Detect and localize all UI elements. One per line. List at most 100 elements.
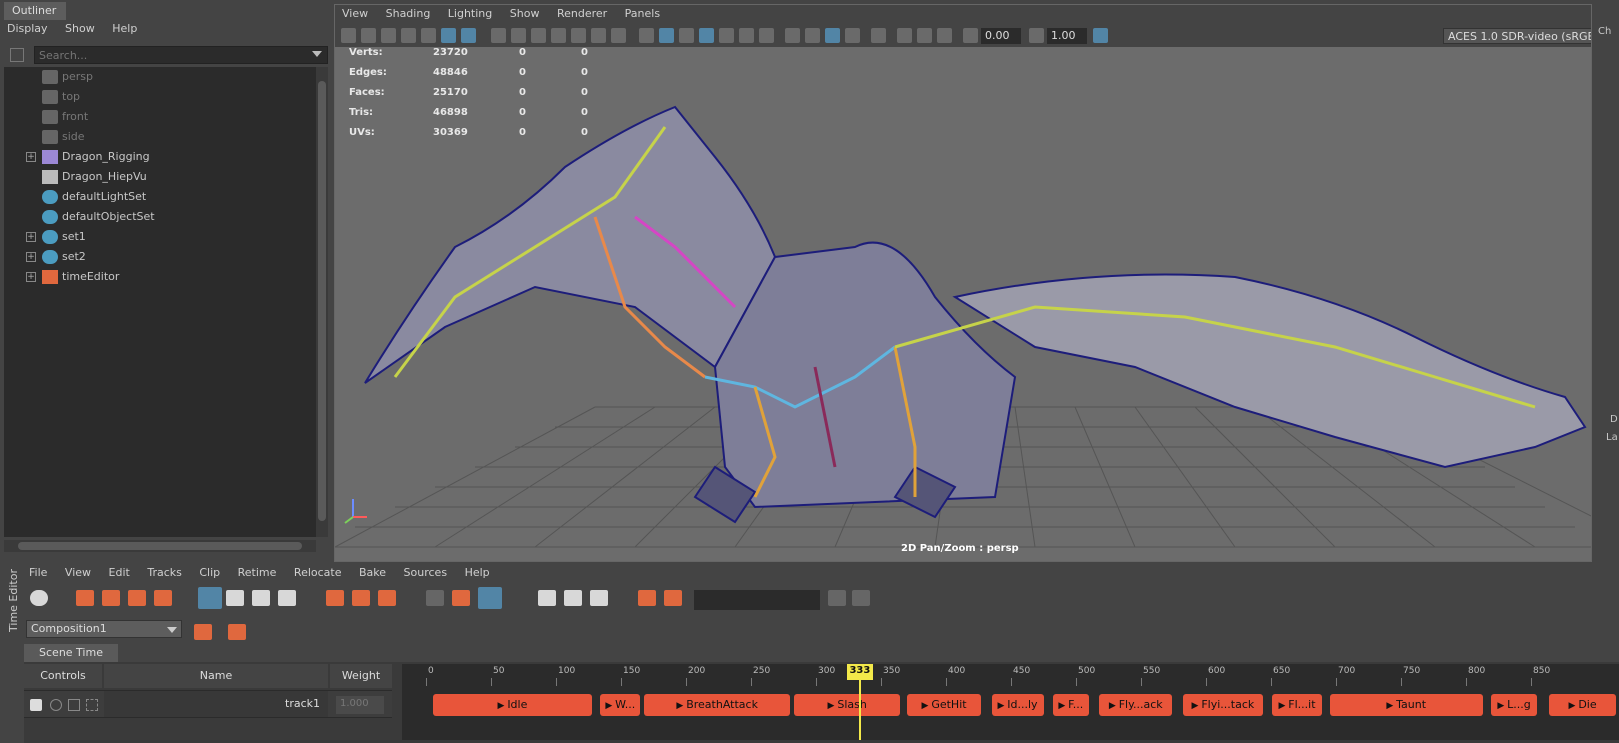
right-strip-label-channels[interactable]: Ch: [1598, 26, 1611, 37]
animation-clip[interactable]: Idle: [432, 694, 593, 716]
animation-clip[interactable]: L...g: [1490, 694, 1538, 716]
expand-icon[interactable]: +: [26, 232, 36, 242]
outliner-title-tab[interactable]: Outliner: [4, 2, 66, 20]
field-chart-icon[interactable]: [571, 28, 586, 43]
animation-clip[interactable]: Fl...it: [1272, 694, 1322, 716]
viewport-panel[interactable]: View Shading Lighting Show Renderer Pane…: [334, 4, 1592, 562]
loop-icon[interactable]: [478, 587, 502, 609]
split-tool-icon[interactable]: [278, 590, 296, 606]
add-character-icon[interactable]: [564, 590, 582, 606]
scale-tool-icon[interactable]: [226, 590, 244, 606]
gate-mask-icon[interactable]: [551, 28, 566, 43]
snap-left-icon[interactable]: [326, 590, 344, 606]
animation-clip[interactable]: BreathAttack: [644, 694, 790, 716]
pan-zoom-icon[interactable]: [441, 28, 456, 43]
te-menu-tracks[interactable]: Tracks: [140, 564, 189, 581]
animation-clip[interactable]: Flyi...tack: [1182, 694, 1264, 716]
expand-icon[interactable]: +: [26, 272, 36, 282]
te-menu-bake[interactable]: Bake: [352, 564, 393, 581]
grease-pencil-active-icon[interactable]: [461, 28, 476, 43]
outliner-item[interactable]: + set1: [4, 227, 316, 247]
te-menu-relocate[interactable]: Relocate: [287, 564, 349, 581]
add-clip-icon[interactable]: [102, 590, 120, 606]
ripple-icon[interactable]: [426, 590, 444, 606]
image-plane-icon[interactable]: [401, 28, 416, 43]
scroll-thumb[interactable]: [318, 81, 326, 521]
backface-culling-icon[interactable]: [937, 28, 952, 43]
scroll-thumb[interactable]: [18, 542, 302, 550]
track-enable-checkbox[interactable]: [30, 699, 42, 711]
viewport-menu-view[interactable]: View: [335, 5, 375, 22]
resolution-gate-icon[interactable]: [531, 28, 546, 43]
add-track-icon[interactable]: [76, 590, 94, 606]
trim-tool-icon[interactable]: [252, 590, 270, 606]
color-space-select[interactable]: ACES 1.0 SDR-video (sRGB): [1443, 28, 1591, 44]
viewport-menu-shading[interactable]: Shading: [379, 5, 438, 22]
outliner-item[interactable]: front: [4, 107, 316, 127]
textured-icon[interactable]: [719, 28, 734, 43]
outliner-item[interactable]: Dragon_HiepVu: [4, 167, 316, 187]
lights-icon[interactable]: [739, 28, 754, 43]
group-icon[interactable]: [128, 590, 146, 606]
key-icon[interactable]: [828, 590, 846, 606]
expand-icon[interactable]: +: [26, 252, 36, 262]
safe-title-icon[interactable]: [611, 28, 626, 43]
default-material-icon[interactable]: [679, 28, 694, 43]
animation-clip[interactable]: W...: [600, 694, 641, 716]
wireframe-icon[interactable]: [639, 28, 654, 43]
filter-icon[interactable]: [10, 48, 24, 62]
mute-icon[interactable]: [30, 590, 48, 606]
te-menu-file[interactable]: File: [22, 564, 54, 581]
grease-pencil-icon[interactable]: [421, 28, 436, 43]
outliner-menu-help[interactable]: Help: [105, 20, 144, 37]
te-menu-edit[interactable]: Edit: [102, 564, 137, 581]
new-composition-icon[interactable]: [194, 624, 212, 640]
animation-clip[interactable]: Die: [1549, 694, 1616, 716]
camera-icon[interactable]: [341, 28, 356, 43]
bookmark-icon[interactable]: [381, 28, 396, 43]
expand-icon[interactable]: +: [26, 152, 36, 162]
pose-icon[interactable]: [590, 590, 608, 606]
time-editor-side-tab[interactable]: Time Editor: [0, 564, 20, 644]
te-menu-view[interactable]: View: [58, 564, 98, 581]
ungroup-icon[interactable]: [154, 590, 172, 606]
right-strip-label-layers[interactable]: La: [1606, 432, 1618, 443]
wireframe-on-shaded-icon[interactable]: [699, 28, 714, 43]
gamma-icon[interactable]: [1029, 28, 1044, 43]
solo-icon[interactable]: [50, 699, 62, 711]
add-audio-icon[interactable]: [638, 590, 656, 606]
depth-of-field-icon[interactable]: [845, 28, 860, 43]
outliner-item[interactable]: + timeEditor: [4, 267, 316, 287]
search-dropdown-icon[interactable]: [312, 51, 322, 57]
current-frame-indicator[interactable]: 333: [846, 664, 873, 680]
viewport-scene[interactable]: [335, 47, 1592, 562]
animation-clip[interactable]: Id...ly: [991, 694, 1044, 716]
viewport-menu-lighting[interactable]: Lighting: [441, 5, 499, 22]
snap-center-icon[interactable]: [352, 590, 370, 606]
camera-attributes-icon[interactable]: [361, 28, 376, 43]
outliner-menu-show[interactable]: Show: [58, 20, 102, 37]
xray-joints-icon[interactable]: [917, 28, 932, 43]
scene-time-tab[interactable]: Scene Time: [24, 644, 118, 662]
film-gate-icon[interactable]: [511, 28, 526, 43]
xray-icon[interactable]: [897, 28, 912, 43]
outliner-menu-display[interactable]: Display: [0, 20, 55, 37]
mute-track-icon[interactable]: [86, 699, 98, 711]
lock-icon[interactable]: [68, 699, 80, 711]
right-strip-label-display[interactable]: D: [1610, 414, 1618, 425]
exposure-icon[interactable]: [963, 28, 978, 43]
animation-clip[interactable]: Slash: [793, 694, 901, 716]
outliner-item[interactable]: side: [4, 127, 316, 147]
crossfade-icon[interactable]: [452, 590, 470, 606]
viewport-menu-renderer[interactable]: Renderer: [550, 5, 614, 22]
te-menu-retime[interactable]: Retime: [231, 564, 284, 581]
outliner-item[interactable]: persp: [4, 67, 316, 87]
animation-clip[interactable]: Fly...ack: [1099, 694, 1173, 716]
track-weight-field[interactable]: 1.000: [336, 696, 384, 714]
animation-clip[interactable]: F...: [1052, 694, 1089, 716]
outliner-search-input[interactable]: [34, 46, 328, 64]
character-icon[interactable]: [538, 590, 556, 606]
isolate-select-icon[interactable]: [871, 28, 886, 43]
smooth-shade-icon[interactable]: [659, 28, 674, 43]
outliner-item[interactable]: top: [4, 87, 316, 107]
